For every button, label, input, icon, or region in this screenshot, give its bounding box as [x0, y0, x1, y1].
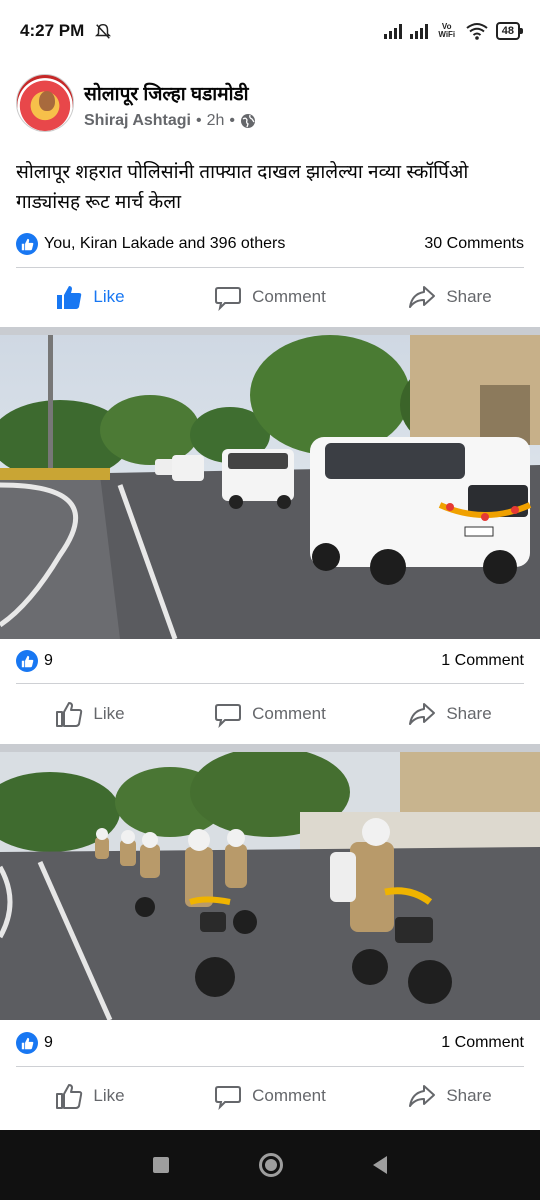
photo1-share-button[interactable]: Share [360, 700, 540, 728]
system-nav-bar [0, 1130, 540, 1200]
post-header: सोलापूर जिल्हा घडामोडी Shiraj Ashtagi • … [0, 62, 540, 147]
thumbs-up-filled-icon [57, 286, 82, 309]
reactions-summary[interactable]: You, Kiran Lakade and 396 others [44, 235, 285, 253]
comment-icon [215, 1086, 242, 1110]
share-button[interactable]: Share [360, 283, 540, 311]
photo2-reactions-count[interactable]: 9 [44, 1034, 53, 1052]
like-label: Like [93, 1086, 125, 1105]
like-button[interactable]: Like [0, 283, 180, 311]
section-separator [0, 327, 540, 335]
status-bar: 4:27 PM Vo WiFi 48 [0, 0, 540, 62]
share-icon [409, 286, 436, 308]
status-time: 4:27 PM [20, 21, 85, 40]
like-label: Like [93, 704, 125, 723]
photo2-comment-button[interactable]: Comment [180, 1082, 360, 1110]
comment-icon [215, 704, 242, 728]
comments-count[interactable]: 30 Comments [424, 235, 524, 253]
photo-police-bikes [0, 752, 540, 1020]
post-photo-2[interactable] [0, 752, 540, 1020]
comment-label: Comment [252, 704, 326, 723]
post-time[interactable]: 2h [207, 112, 225, 130]
divider [16, 683, 524, 684]
back-button[interactable] [373, 1156, 387, 1174]
comment-label: Comment [252, 287, 326, 306]
post-meta: Shiraj Ashtagi • 2h • [84, 112, 256, 130]
photo1-reactions-row: 9 1 Comment [0, 641, 540, 681]
comment-button[interactable]: Comment [180, 283, 360, 311]
photo1-actions: Like Comment Share [0, 686, 540, 742]
post-photo-1[interactable] [0, 335, 540, 639]
photo2-reactions-row: 9 1 Comment [0, 1023, 540, 1063]
photo1-reactions-count[interactable]: 9 [44, 652, 53, 670]
photo-scorpio-convoy [0, 335, 540, 639]
post-author[interactable]: Shiraj Ashtagi [84, 112, 191, 130]
thumbs-up-icon [56, 1084, 83, 1109]
page-avatar[interactable] [16, 74, 74, 132]
recents-button[interactable] [153, 1157, 169, 1173]
photo2-actions: Like Comment Share [0, 1068, 540, 1124]
photo1-comment-button[interactable]: Comment [180, 700, 360, 728]
post-actions: Like Comment Share [0, 269, 540, 325]
post-reactions-row: You, Kiran Lakade and 396 others 30 Comm… [0, 224, 540, 264]
share-label: Share [446, 1086, 492, 1105]
wifi-icon [466, 23, 488, 40]
signal-icon [383, 23, 402, 39]
page-name[interactable]: सोलापूर जिल्हा घडामोडी [84, 80, 249, 106]
photo2-like-button[interactable]: Like [0, 1082, 180, 1110]
like-label: Like [93, 287, 125, 306]
comment-label: Comment [252, 1086, 326, 1105]
thumbs-up-icon [56, 702, 83, 727]
globe-icon [241, 114, 255, 128]
home-button[interactable] [259, 1153, 283, 1177]
signal-icon-2 [409, 23, 428, 39]
share-icon [409, 1085, 436, 1107]
like-reaction-icon [16, 233, 38, 255]
photo1-comments-count[interactable]: 1 Comment [441, 652, 524, 670]
share-label: Share [446, 704, 492, 723]
share-icon [409, 703, 436, 725]
post-card: सोलापूर जिल्हा घडामोडी Shiraj Ashtagi • … [0, 62, 540, 1130]
divider [16, 267, 524, 268]
share-label: Share [446, 287, 492, 306]
battery-indicator: 48 [495, 22, 524, 40]
like-reaction-icon [16, 1032, 38, 1054]
divider [16, 1066, 524, 1067]
bell-muted-icon [95, 23, 112, 39]
photo2-comments-count[interactable]: 1 Comment [441, 1034, 524, 1052]
section-separator [0, 744, 540, 752]
comment-icon [215, 287, 242, 311]
like-reaction-icon [16, 650, 38, 672]
post-text: सोलापूर शहरात पोलिसांनी ताफ्यात दाखल झाल… [16, 162, 469, 213]
photo2-share-button[interactable]: Share [360, 1082, 540, 1110]
photo1-like-button[interactable]: Like [0, 700, 180, 728]
vowifi-label: Vo WiFi [438, 22, 456, 39]
